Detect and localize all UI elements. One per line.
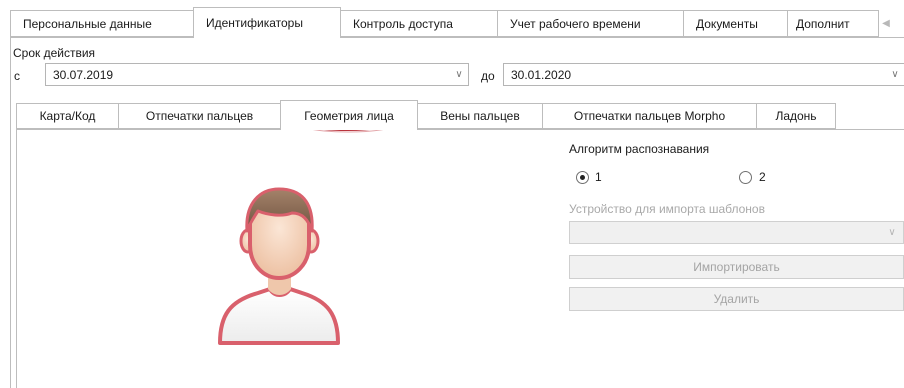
chevron-down-icon[interactable]: ∨: [883, 222, 901, 243]
tab-face-geometry[interactable]: Геометрия лица: [280, 100, 418, 130]
tab-access-control[interactable]: Контроль доступа: [340, 10, 498, 37]
import-device-label: Устройство для импорта шаблонов: [569, 202, 765, 216]
algorithm-option-1-radio[interactable]: [576, 171, 589, 184]
date-from-value: 30.07.2019: [53, 67, 114, 82]
tab-documents[interactable]: Документы: [683, 10, 788, 37]
tab-label: Геометрия лица: [304, 108, 394, 123]
tab-personal-data[interactable]: Персональные данные: [10, 10, 194, 37]
algorithm-option-1-label: 1: [595, 170, 602, 184]
algorithm-option-2-radio[interactable]: [739, 171, 752, 184]
import-button[interactable]: Импортировать: [569, 255, 904, 279]
delete-button[interactable]: Удалить: [569, 287, 904, 311]
chevron-down-icon[interactable]: ∨: [450, 64, 468, 85]
tab-scroll-left-icon[interactable]: ◀: [879, 13, 893, 33]
import-device-select[interactable]: ∨: [569, 221, 904, 244]
tab-label: Учет рабочего времени: [510, 16, 641, 31]
tab-fingerprints-morpho[interactable]: Отпечатки пальцев Morpho: [542, 103, 757, 129]
tab-palm[interactable]: Ладонь: [756, 103, 836, 129]
tab-label: Карта/Код: [39, 109, 96, 123]
validity-title: Срок действия: [13, 46, 96, 60]
tab-strip-divider: [10, 37, 904, 38]
date-to-field[interactable]: 30.01.2020 ∨: [503, 63, 904, 86]
tab-finger-veins[interactable]: Вены пальцев: [417, 103, 543, 129]
tab-label: Вены пальцев: [440, 109, 520, 123]
tab-label: Дополнит: [796, 16, 850, 31]
tab-label: Идентификаторы: [206, 16, 303, 30]
face-avatar-icon: [218, 187, 340, 345]
date-from-field[interactable]: 30.07.2019 ∨: [45, 63, 469, 86]
chevron-down-icon[interactable]: ∨: [886, 64, 904, 85]
date-to-value: 30.01.2020: [511, 67, 572, 82]
tab-fingerprints[interactable]: Отпечатки пальцев: [118, 103, 281, 129]
tab-label: Ладонь: [775, 109, 817, 123]
tab-label: Отпечатки пальцев: [145, 109, 254, 123]
tab-card-code[interactable]: Карта/Код: [16, 103, 119, 129]
to-label: до: [481, 69, 495, 83]
panel-border: [10, 37, 11, 388]
tab-label: Контроль доступа: [353, 16, 453, 31]
tab-label: Отпечатки пальцев Morpho: [573, 109, 726, 123]
algorithm-option-2-label: 2: [759, 170, 766, 184]
tab-label: Документы: [696, 16, 758, 31]
tab-additional[interactable]: Дополнит: [787, 10, 879, 37]
algorithm-label: Алгоритм распознавания: [569, 142, 710, 156]
tab-identifiers[interactable]: Идентификаторы: [193, 7, 341, 38]
radio-selected-dot: [580, 175, 585, 180]
tab-label: Персональные данные: [23, 16, 152, 31]
from-label: с: [14, 69, 20, 83]
tab-time-tracking[interactable]: Учет рабочего времени: [497, 10, 684, 37]
